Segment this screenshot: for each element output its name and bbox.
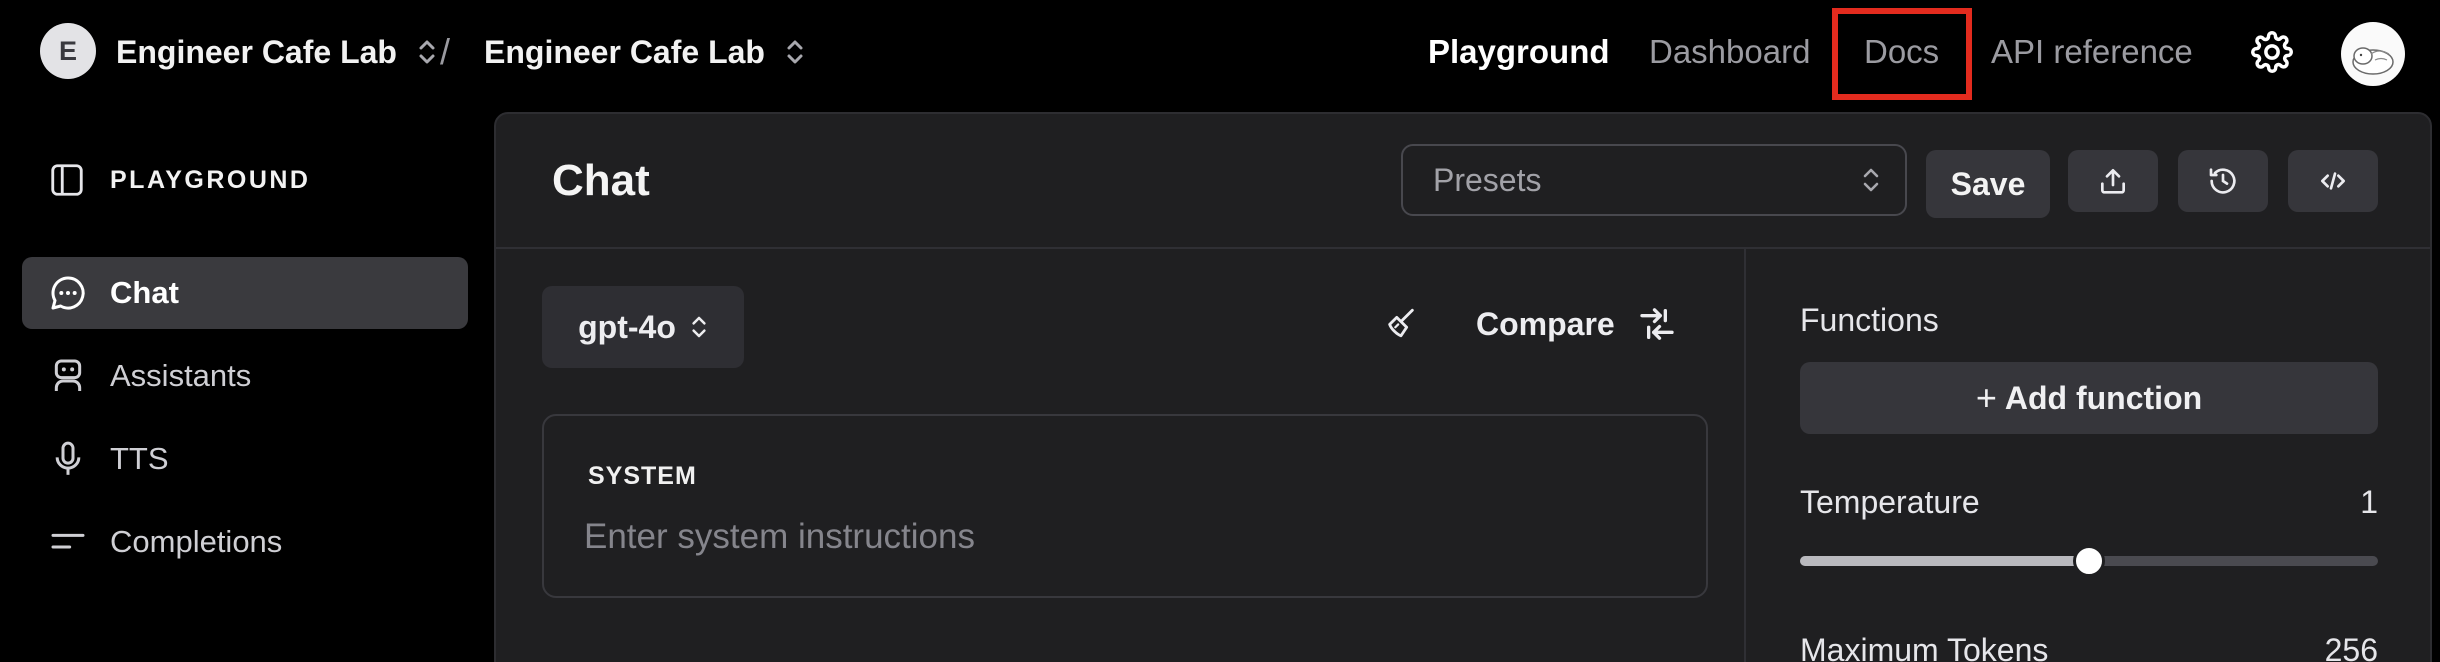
sidebar-item-tts[interactable]: TTS	[22, 423, 468, 495]
system-prompt-box: SYSTEM	[542, 414, 1708, 598]
avatar-illustration-icon	[2352, 47, 2394, 75]
code-icon	[2321, 172, 2345, 190]
upload-icon	[2101, 169, 2125, 194]
save-button[interactable]: Save	[1926, 150, 2050, 218]
chat-panel: Chat Presets Save gpt-4o Compare SYSTEM …	[494, 112, 2432, 662]
temperature-slider-thumb[interactable]	[2073, 545, 2105, 577]
clear-chat-button[interactable]	[1384, 306, 1418, 345]
lines-icon	[51, 533, 85, 549]
robot-icon	[54, 359, 82, 391]
nav-api-reference[interactable]: API reference	[1991, 28, 2193, 76]
top-bar: E Engineer Cafe Lab / Engineer Cafe Lab …	[0, 0, 2440, 108]
settings-button[interactable]	[2248, 28, 2296, 76]
header-divider	[496, 247, 2430, 249]
microphone-icon	[55, 441, 81, 475]
breadcrumb-separator: /	[440, 31, 451, 72]
sidebar-item-label: TTS	[110, 441, 169, 476]
nav-docs[interactable]: Docs	[1864, 28, 1939, 76]
sidebar-item-chat[interactable]: Chat	[22, 257, 468, 329]
sidebar-item-assistants[interactable]: Assistants	[22, 340, 468, 412]
history-button[interactable]	[2178, 150, 2268, 212]
max-tokens-label: Maximum Tokens	[1800, 632, 2049, 662]
org-name: Engineer Cafe Lab	[116, 33, 397, 70]
presets-placeholder: Presets	[1433, 161, 1542, 198]
compare-button[interactable]: Compare	[1476, 294, 1677, 354]
sidebar-toggle-icon[interactable]	[48, 161, 86, 199]
chevron-up-down-icon	[1863, 168, 1879, 192]
temperature-value[interactable]: 1	[2316, 484, 2378, 521]
history-icon	[2209, 168, 2236, 194]
plus-icon: +	[1975, 377, 1997, 418]
project-switcher[interactable]: Engineer Cafe Lab	[484, 28, 805, 76]
chevron-up-down-icon	[419, 40, 435, 64]
chat-bubble-icon	[51, 276, 85, 310]
broom-icon	[1388, 308, 1414, 338]
user-avatar[interactable]	[2341, 22, 2405, 86]
chevron-up-down-icon	[787, 40, 803, 64]
max-tokens-value[interactable]: 256	[2296, 632, 2378, 662]
gear-icon	[2251, 31, 2293, 73]
system-instructions-input[interactable]	[584, 512, 1664, 562]
model-name: gpt-4o	[578, 308, 676, 345]
add-function-button[interactable]: + Add function	[1800, 362, 2378, 434]
sidebar-title: PLAYGROUND	[110, 165, 311, 194]
compare-label: Compare	[1476, 305, 1615, 342]
presets-select[interactable]: Presets	[1401, 144, 1907, 216]
sidebar-header: PLAYGROUND	[48, 160, 311, 200]
compare-arrows-icon	[1640, 308, 1674, 340]
sidebar-item-completions[interactable]: Completions	[22, 506, 468, 578]
add-function-label: Add function	[2004, 379, 2203, 416]
share-button[interactable]	[2068, 150, 2158, 212]
sidebar-item-label: Completions	[110, 524, 283, 559]
temperature-label: Temperature	[1800, 484, 1980, 520]
model-selector[interactable]: gpt-4o	[542, 286, 744, 368]
column-divider	[1744, 249, 1746, 662]
temperature-slider-fill	[1800, 556, 2089, 566]
chevron-up-down-icon	[692, 316, 706, 338]
nav-playground[interactable]: Playground	[1428, 28, 1610, 76]
sidebar-item-label: Assistants	[110, 358, 252, 393]
view-code-button[interactable]	[2288, 150, 2378, 212]
nav-dashboard[interactable]: Dashboard	[1649, 28, 1810, 76]
functions-label: Functions	[1800, 302, 1939, 338]
org-switcher[interactable]: Engineer Cafe Lab	[116, 28, 437, 76]
temperature-slider[interactable]	[1800, 545, 2378, 577]
project-name: Engineer Cafe Lab	[484, 33, 765, 70]
sidebar: PLAYGROUND Chat Assistants TTS Completio…	[0, 108, 490, 662]
org-avatar[interactable]: E	[40, 23, 96, 79]
page-title: Chat	[552, 156, 650, 205]
sidebar-item-label: Chat	[110, 275, 179, 310]
system-label: SYSTEM	[588, 462, 697, 490]
